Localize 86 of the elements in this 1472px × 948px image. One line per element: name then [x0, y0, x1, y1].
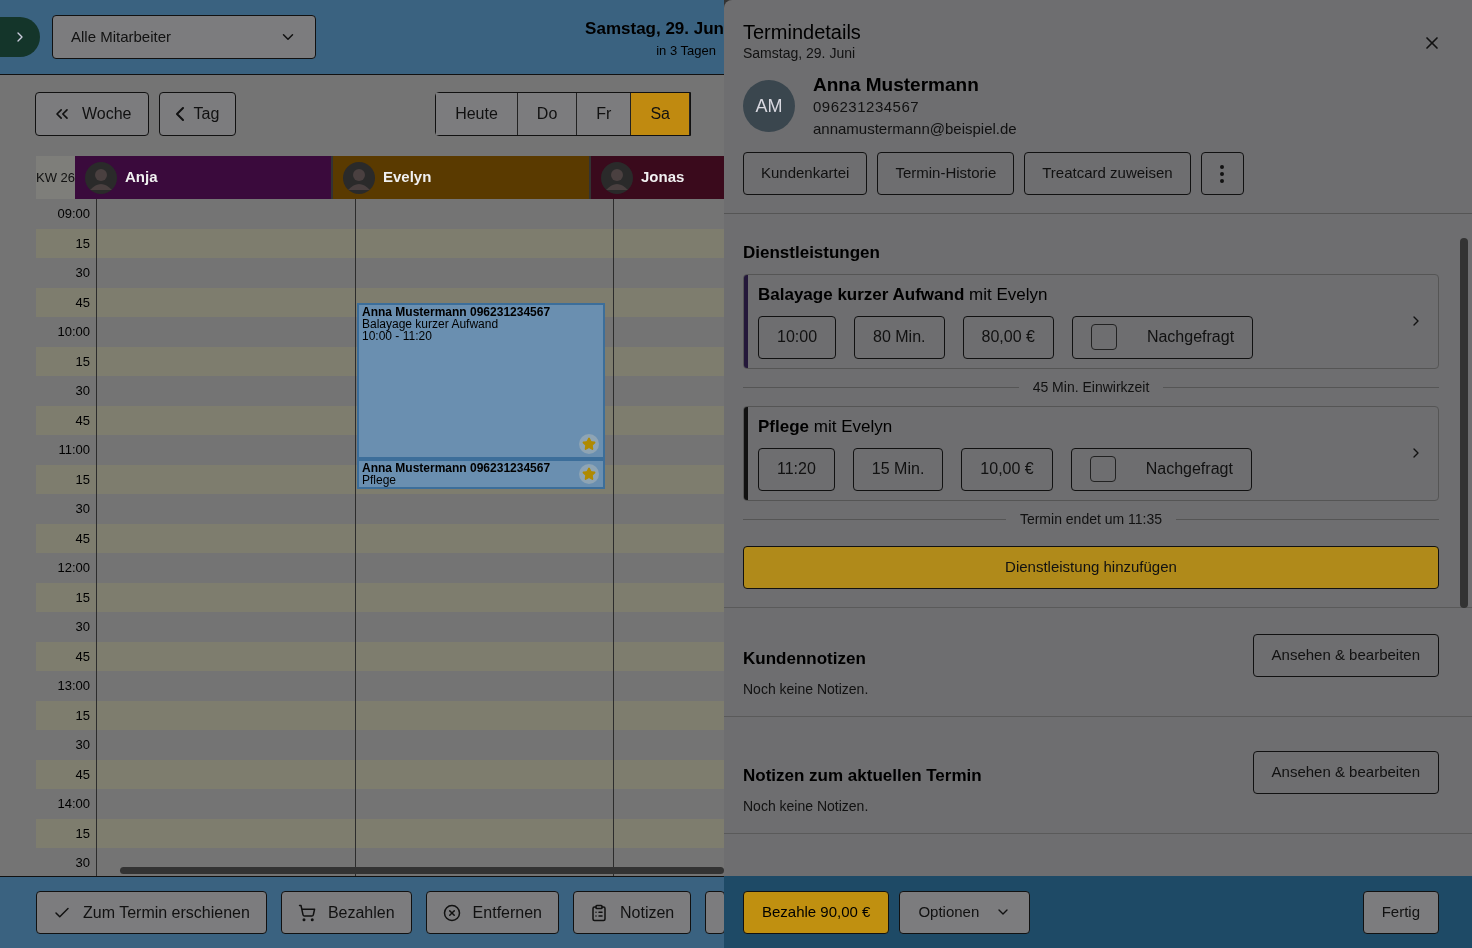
customer-phone: 096231234567	[813, 97, 921, 117]
service-title: Pflege mit Evelyn	[758, 415, 893, 438]
action-button[interactable]: Notizen	[573, 891, 692, 934]
nav-button[interactable]: Woche	[35, 92, 149, 136]
service-card[interactable]: Pflege mit Evelyn 11:20 15 Min. 10,00 € Nachgefragt	[743, 405, 1439, 501]
week-label: KW 26	[36, 156, 75, 199]
time-label: 11:00	[36, 435, 97, 465]
employee-name: Anja	[125, 167, 158, 188]
horizontal-scrollbar[interactable]	[120, 867, 724, 874]
time-label: 30	[36, 494, 97, 524]
checkbox[interactable]	[1089, 456, 1116, 482]
customer-name: Anna Mustermann	[813, 74, 980, 96]
vertical-scrollbar[interactable]	[1460, 238, 1468, 608]
time-label: 14:00	[36, 789, 97, 819]
customer-initials: AM	[743, 80, 795, 132]
requested-toggle[interactable]: Nachgefragt	[1070, 447, 1252, 491]
appointment-service: Pflege	[362, 474, 397, 487]
time-label: 30	[36, 258, 97, 288]
day-tab[interactable]: Heute	[436, 93, 518, 135]
panel-subtitle: Samstag, 29. Juni	[743, 44, 856, 62]
options-button[interactable]: Optionen	[899, 890, 1031, 934]
duration-field[interactable]: 15 Min.	[852, 447, 944, 491]
action-button[interactable]: Bezahlen	[280, 891, 412, 934]
section-heading: Notizen zum aktuellen Termin	[743, 764, 982, 787]
time-label: 30	[36, 376, 97, 406]
more-button[interactable]	[1200, 152, 1244, 195]
appointment-card[interactable]: Anna Mustermann 096231234567 Balayage kurzer Aufwand 10:00 - 11:20	[357, 303, 605, 460]
price-field[interactable]: 10,00 €	[961, 447, 1053, 491]
time-label: 13:00	[36, 671, 97, 701]
nav-button[interactable]: Tag	[158, 92, 237, 136]
day-tab[interactable]: Do	[517, 93, 578, 135]
circle-x-icon	[442, 903, 461, 922]
section-heading: Dienstleistungen	[743, 242, 881, 264]
avatar-icon	[601, 161, 633, 194]
done-button[interactable]: Fertig	[1362, 890, 1439, 934]
time-field[interactable]: 11:20	[758, 447, 835, 491]
section-heading: Kundennotizen	[743, 647, 866, 670]
date-hint: in 3 Tagen	[656, 42, 717, 60]
appointment-title: Anna Mustermann 096231234567	[362, 461, 551, 475]
avatar-icon	[343, 161, 375, 194]
edit-notes-button[interactable]: Ansehen & bearbeiten	[1252, 633, 1439, 677]
checkbox-label: Nachgefragt	[1146, 327, 1235, 347]
day-tab[interactable]: Fr	[577, 93, 632, 135]
chevron-left-icon	[175, 107, 184, 121]
time-field[interactable]: 10:00	[758, 315, 837, 359]
add-service-button[interactable]: Dienstleistung hinzufügen	[743, 545, 1439, 589]
service-card[interactable]: Balayage kurzer Aufwand mit Evelyn 10:00 80 Min. 80,00 € Nachgefragt	[743, 273, 1439, 369]
time-label: 30	[36, 730, 97, 760]
time-label: 30	[36, 612, 97, 642]
appointment-title: Anna Mustermann 096231234567	[362, 305, 551, 318]
appointment-card[interactable]: Anna Mustermann 096231234567 Pflege	[357, 459, 605, 489]
panel-title: Termindetails	[743, 20, 861, 44]
pay-button[interactable]: Bezahle 90,00 €	[743, 890, 890, 934]
more-icon	[1220, 164, 1225, 183]
checkbox[interactable]	[1090, 324, 1117, 350]
employee-select[interactable]: Alle Mitarbeiter	[52, 15, 316, 59]
clipboard-icon	[590, 903, 608, 922]
requested-toggle[interactable]: Nachgefragt	[1071, 315, 1254, 359]
customer-button[interactable]: Termin-Historie	[877, 152, 1015, 195]
action-button[interactable]: Zum Termin erschienen	[36, 891, 267, 934]
action-button[interactable]	[705, 891, 724, 934]
service-title: Balayage kurzer Aufwand mit Evelyn	[758, 283, 1048, 306]
customer-button[interactable]: Treatcard zuweisen	[1024, 152, 1191, 195]
day-tab[interactable]: Sa	[631, 93, 690, 135]
notes-text: Noch keine Notizen.	[743, 679, 869, 699]
appointment-service: Balayage kurzer Aufwand	[362, 318, 499, 330]
time-label: 09:00	[36, 199, 97, 229]
appointment-time: 10:00 - 11:20	[362, 330, 432, 342]
service-note: 45 Min. Einwirkzeit	[1032, 377, 1150, 397]
cart-icon	[297, 903, 316, 922]
notes-text: Noch keine Notizen.	[743, 796, 869, 816]
time-label: 12:00	[36, 553, 97, 583]
service-note: Termin endet um 11:35	[1019, 509, 1163, 529]
duration-field[interactable]: 80 Min.	[854, 315, 945, 359]
edit-notes-button[interactable]: Ansehen & bearbeiten	[1252, 750, 1439, 794]
date-title: Samstag, 29. Jun	[585, 17, 724, 40]
employee-name: Jonas	[641, 167, 685, 188]
customer-email: annamustermann@beispiel.de	[813, 119, 1017, 139]
time-label: 10:00	[36, 317, 97, 347]
customer-button[interactable]: Kundenkartei	[743, 152, 868, 195]
price-field[interactable]: 80,00 €	[962, 315, 1054, 359]
employee-name: Evelyn	[383, 167, 432, 188]
avatar-icon	[85, 161, 117, 194]
checkbox-label: Nachgefragt	[1145, 459, 1233, 479]
action-button[interactable]: Entfernen	[425, 891, 559, 934]
sidebar-toggle[interactable]	[0, 17, 40, 57]
